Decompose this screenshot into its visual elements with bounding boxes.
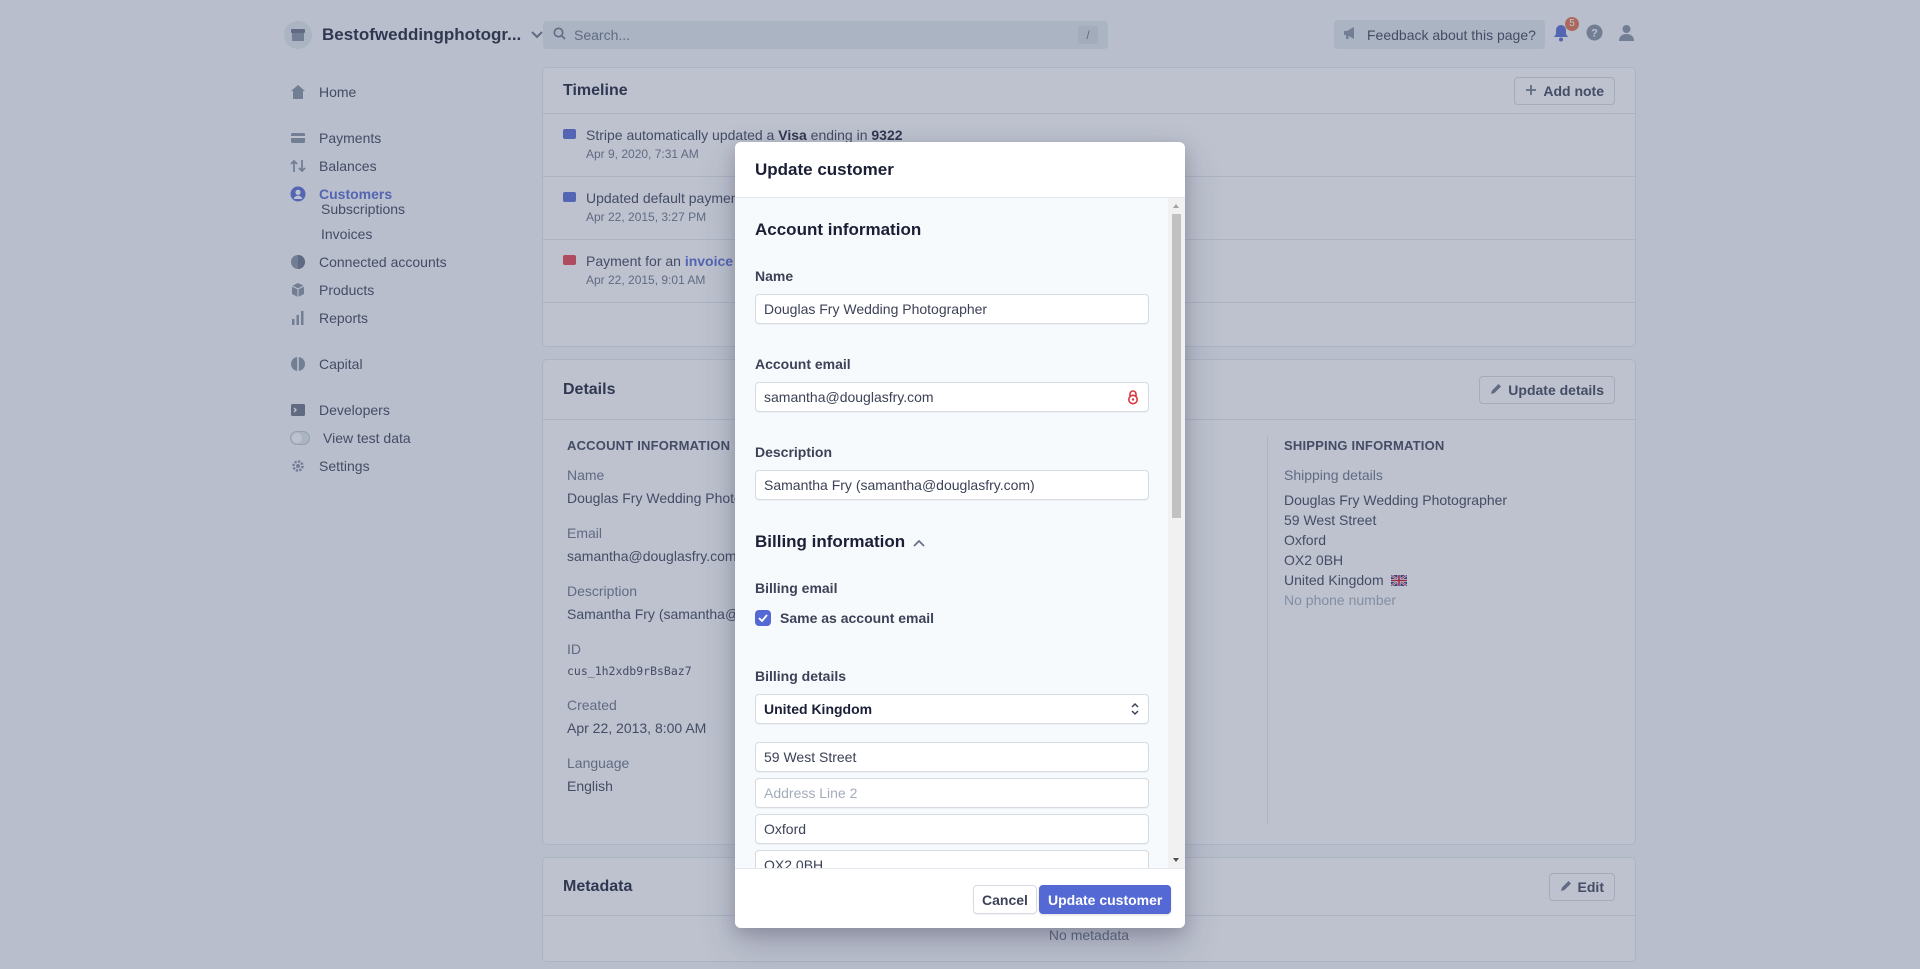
- name-value: Douglas Fry Wedding Photographer: [764, 301, 988, 317]
- address-line1-value: 59 West Street: [764, 749, 857, 765]
- same-as-account-email-checkbox[interactable]: Same as account email: [755, 610, 1149, 626]
- update-customer-dialog: Update customer Account information Name…: [735, 142, 1185, 928]
- description-label: Description: [755, 444, 833, 460]
- name-label: Name: [755, 268, 794, 284]
- address-line2-field[interactable]: Address Line 2: [755, 778, 1149, 808]
- billing-information-heading: Billing information: [755, 532, 906, 551]
- address-line1-field[interactable]: 59 West Street: [755, 742, 1149, 772]
- dialog-scrollbar[interactable]: [1168, 198, 1185, 868]
- country-select[interactable]: United Kingdom: [755, 694, 1149, 724]
- billing-details-label: Billing details: [755, 668, 847, 684]
- postcode-field[interactable]: OX2 0BH: [755, 850, 1149, 868]
- dialog-footer: Cancel Update customer: [735, 868, 1185, 928]
- billing-email-label: Billing email: [755, 580, 838, 596]
- cancel-button[interactable]: Cancel: [973, 885, 1037, 914]
- account-email-value: samantha@douglasfry.com: [764, 389, 934, 405]
- description-value: Samantha Fry (samantha@douglasfry.com): [764, 477, 1035, 493]
- city-value: Oxford: [764, 821, 807, 837]
- account-email-label: Account email: [755, 356, 851, 372]
- country-value: United Kingdom: [764, 701, 873, 717]
- update-customer-button[interactable]: Update customer: [1039, 885, 1172, 914]
- city-field[interactable]: Oxford: [755, 814, 1149, 844]
- checkbox-label: Same as account email: [780, 610, 935, 626]
- dialog-title: Update customer: [735, 142, 1185, 198]
- scroll-down-arrow-icon[interactable]: [1173, 858, 1179, 862]
- account-information-heading: Account information: [755, 220, 922, 239]
- account-email-field[interactable]: samantha@douglasfry.com: [755, 382, 1149, 412]
- billing-information-toggle[interactable]: Billing information: [755, 532, 1149, 552]
- description-field[interactable]: Samantha Fry (samantha@douglasfry.com): [755, 470, 1149, 500]
- select-arrows-icon: [1130, 702, 1140, 716]
- checkbox-checked[interactable]: [755, 610, 771, 626]
- postcode-value: OX2 0BH: [764, 857, 824, 868]
- address-line2-placeholder: Address Line 2: [764, 785, 858, 801]
- password-manager-icon[interactable]: [1126, 389, 1140, 405]
- chevron-up-icon: [913, 532, 925, 552]
- name-field[interactable]: Douglas Fry Wedding Photographer: [755, 294, 1149, 324]
- dialog-body: Account information Name Douglas Fry Wed…: [735, 198, 1168, 868]
- scroll-up-arrow-icon[interactable]: [1173, 204, 1179, 208]
- scrollbar-thumb[interactable]: [1172, 214, 1181, 518]
